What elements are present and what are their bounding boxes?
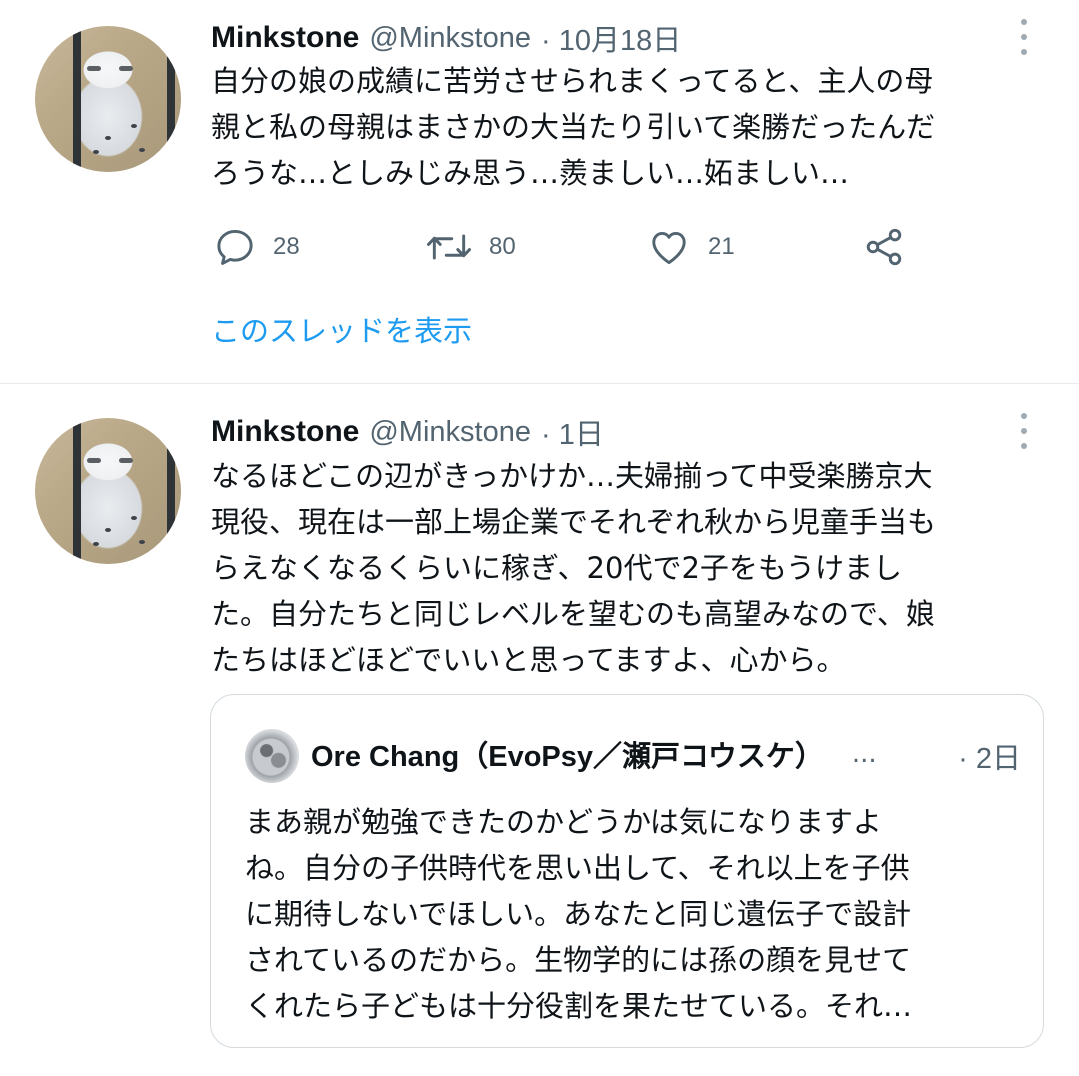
tweet-header: Minkstone @Minkstone · 10月18日 <box>211 15 681 61</box>
retweet-icon <box>427 234 471 260</box>
display-name[interactable]: Minkstone <box>211 415 359 449</box>
retweet-count: 80 <box>489 233 516 260</box>
like-button[interactable]: 21 <box>646 222 735 272</box>
display-name[interactable]: Minkstone <box>211 21 359 55</box>
like-icon <box>652 231 686 265</box>
tweet-header: Minkstone @Minkstone · 1日 <box>211 409 604 455</box>
handle[interactable]: @Minkstone <box>369 416 531 449</box>
show-thread-link[interactable]: このスレッドを表示 <box>211 308 472 350</box>
quoted-avatar <box>245 729 299 783</box>
avatar[interactable] <box>35 418 181 564</box>
reply-button[interactable]: 28 <box>213 222 300 272</box>
reply-icon <box>217 229 253 265</box>
share-icon <box>866 228 902 266</box>
avatar[interactable] <box>35 26 181 172</box>
quoted-timestamp: · 2日 <box>958 743 1021 775</box>
tweet-text: 自分の娘の成績に苦労させられまくってると、主人の母 親と私の母親はまさかの大当た… <box>211 64 936 190</box>
retweet-button[interactable]: 80 <box>425 222 516 272</box>
tweet-text: なるほどこの辺がきっかけか…夫婦揃って中受楽勝京大 現役、現在は一部上場企業でそ… <box>211 459 937 677</box>
more-options-icon[interactable] <box>1014 17 1034 57</box>
more-options-icon[interactable] <box>1014 411 1034 451</box>
timestamp[interactable]: · 10月18日 <box>541 17 681 59</box>
quoted-tweet[interactable]: Ore Chang（EvoPsy／瀬戸コウスケ） ... · 2日 まあ親が勉強… <box>210 694 1044 1048</box>
handle[interactable]: @Minkstone <box>369 22 531 55</box>
quoted-display-name: Ore Chang（EvoPsy／瀬戸コウスケ） <box>311 741 824 773</box>
tweet[interactable]: Minkstone @Minkstone · 10月18日 自分の娘の成績に苦労… <box>0 0 1079 383</box>
timestamp[interactable]: · 1日 <box>541 411 604 453</box>
quoted-truncation: ... <box>851 739 877 769</box>
quoted-text: まあ親が勉強できたのかどうかは気になりますよ ね。自分の子供時代を思い出して、そ… <box>245 805 913 1023</box>
quoted-header: Ore Chang（EvoPsy／瀬戸コウスケ） ... <box>311 733 877 775</box>
tweet-actions: 28 80 21 <box>213 222 933 272</box>
reply-count: 28 <box>273 233 300 260</box>
share-button[interactable] <box>861 222 907 272</box>
like-count: 21 <box>708 233 735 260</box>
